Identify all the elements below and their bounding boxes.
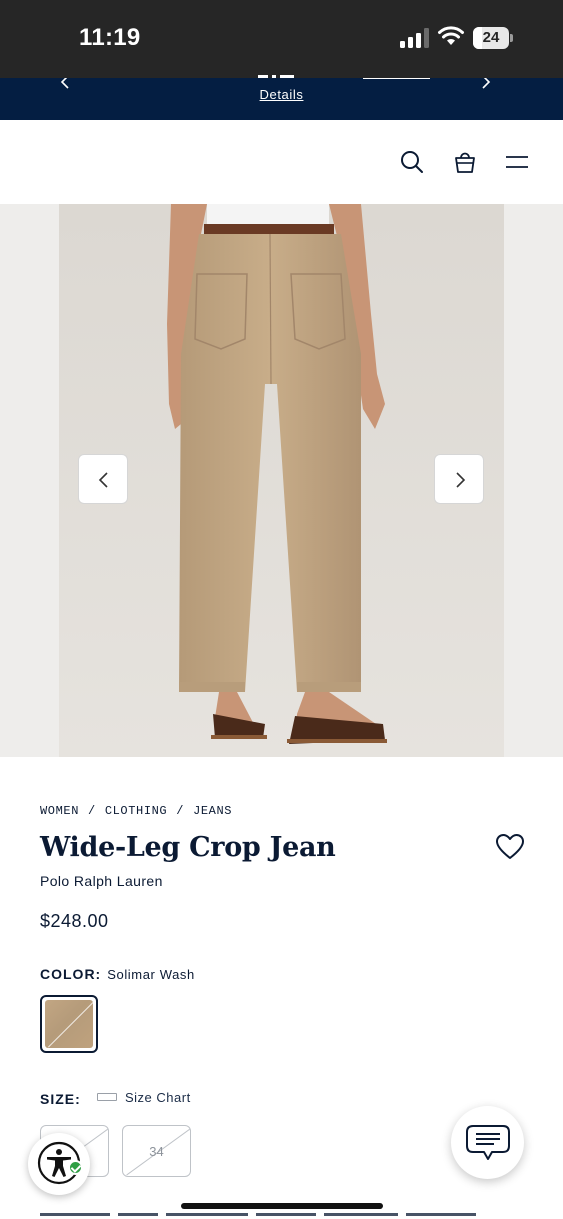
battery-level: 24 bbox=[482, 29, 500, 46]
chat-button[interactable] bbox=[451, 1106, 524, 1179]
product-brand: Polo Ralph Lauren bbox=[40, 873, 163, 889]
promo-details: Details bbox=[0, 87, 563, 102]
product-title: Wide-Leg Crop Jean bbox=[40, 832, 336, 863]
gallery-next-button[interactable] bbox=[434, 454, 484, 504]
breadcrumb-separator: / bbox=[176, 804, 185, 818]
status-bar: 11:19 24 bbox=[0, 0, 563, 78]
signal-icon bbox=[400, 28, 429, 48]
size-label: SIZE: bbox=[40, 1091, 81, 1107]
size-option-label: 34 bbox=[149, 1144, 164, 1159]
battery-icon: 24 bbox=[473, 27, 513, 49]
size-option-34[interactable]: 34 bbox=[122, 1125, 191, 1177]
accessibility-button[interactable] bbox=[28, 1133, 90, 1195]
size-chart-link[interactable]: Size Chart bbox=[97, 1090, 191, 1105]
chevron-left-icon bbox=[98, 472, 108, 488]
color-value: Solimar Wash bbox=[107, 967, 195, 982]
color-label: COLOR: bbox=[40, 966, 102, 982]
hamburger-menu-icon[interactable] bbox=[503, 148, 531, 176]
promo-link-underline bbox=[363, 78, 430, 79]
size-chart-label: Size Chart bbox=[125, 1090, 191, 1105]
breadcrumb-clothing[interactable]: CLOTHING bbox=[105, 804, 167, 818]
status-time: 11:19 bbox=[79, 24, 141, 51]
product-gallery bbox=[0, 204, 563, 757]
breadcrumb-women[interactable]: WOMEN bbox=[40, 804, 79, 818]
gallery-prev-button[interactable] bbox=[78, 454, 128, 504]
shopping-bag-icon[interactable] bbox=[451, 148, 479, 176]
promo-details-link[interactable]: Details bbox=[260, 87, 304, 102]
ruler-icon bbox=[97, 1092, 117, 1101]
breadcrumb: WOMEN / CLOTHING / JEANS bbox=[40, 804, 232, 818]
chevron-right-icon bbox=[456, 472, 466, 488]
color-swatch-solimar-wash[interactable] bbox=[40, 995, 98, 1053]
heart-icon[interactable] bbox=[495, 833, 525, 861]
home-indicator bbox=[181, 1203, 383, 1209]
promo-banner: Details bbox=[0, 75, 563, 120]
size-label-row: SIZE: bbox=[40, 1091, 87, 1107]
product-description-clipped bbox=[40, 1213, 480, 1219]
search-icon[interactable] bbox=[398, 148, 426, 176]
promo-text-clipped bbox=[258, 75, 294, 78]
product-price: $248.00 bbox=[40, 911, 109, 931]
breadcrumb-jeans[interactable]: JEANS bbox=[193, 804, 232, 818]
chat-icon bbox=[466, 1125, 510, 1160]
site-header bbox=[0, 120, 563, 204]
color-selector-label: COLOR: Solimar Wash bbox=[40, 966, 195, 982]
wifi-icon bbox=[438, 26, 464, 45]
check-icon bbox=[68, 1160, 83, 1175]
color-swatch-fill bbox=[45, 1000, 93, 1048]
breadcrumb-separator: / bbox=[88, 804, 96, 818]
